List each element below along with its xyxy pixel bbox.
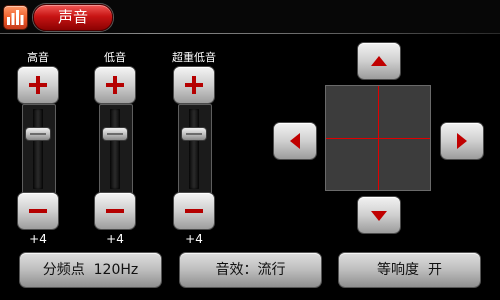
slider-track — [33, 109, 43, 189]
subwoofer-slider-thumb[interactable] — [182, 128, 206, 140]
slider-track — [110, 109, 120, 189]
title-bar: 声音 — [0, 0, 500, 34]
crosshair-vertical — [378, 86, 379, 190]
balance-right-button[interactable] — [441, 123, 483, 159]
bass-minus-button[interactable] — [95, 193, 135, 229]
treble-plus-button[interactable] — [18, 67, 58, 103]
subwoofer-label: 超重低音 — [172, 51, 216, 64]
balance-left-button[interactable] — [274, 123, 316, 159]
minus-icon — [29, 209, 47, 213]
header-divider — [0, 33, 500, 34]
treble-slider[interactable] — [22, 104, 56, 194]
bass-value: +4 — [106, 232, 124, 246]
treble-minus-button[interactable] — [18, 193, 58, 229]
treble-value: +4 — [29, 232, 47, 246]
treble-slider-thumb[interactable] — [26, 128, 50, 140]
subwoofer-plus-button[interactable] — [174, 67, 214, 103]
subwoofer-minus-button[interactable] — [174, 193, 214, 229]
slider-track — [189, 109, 199, 189]
bass-plus-button[interactable] — [95, 67, 135, 103]
plus-icon — [29, 76, 47, 94]
bass-label: 低音 — [104, 51, 126, 64]
bass-slider[interactable] — [99, 104, 133, 194]
fader-down-button[interactable] — [358, 197, 400, 233]
arrow-down-icon — [371, 211, 387, 221]
arrow-left-icon — [290, 133, 300, 149]
subwoofer-slider[interactable] — [178, 104, 212, 194]
minus-icon — [185, 209, 203, 213]
fader-up-button[interactable] — [358, 43, 400, 79]
balance-pad[interactable] — [325, 85, 431, 191]
crossover-button[interactable]: 分频点 120Hz — [20, 253, 161, 287]
subwoofer-value: +4 — [185, 232, 203, 246]
minus-icon — [106, 209, 124, 213]
arrow-up-icon — [371, 56, 387, 66]
sound-effect-button[interactable]: 音效：流行 — [180, 253, 321, 287]
plus-icon — [185, 76, 203, 94]
page-title: 声音 — [33, 4, 113, 31]
arrow-right-icon — [457, 133, 467, 149]
bass-slider-thumb[interactable] — [103, 128, 127, 140]
treble-label: 高音 — [27, 51, 49, 64]
equalizer-icon[interactable] — [4, 6, 27, 29]
plus-icon — [106, 76, 124, 94]
loudness-button[interactable]: 等响度 开 — [339, 253, 480, 287]
equalizer-icon-glyph — [7, 10, 24, 25]
